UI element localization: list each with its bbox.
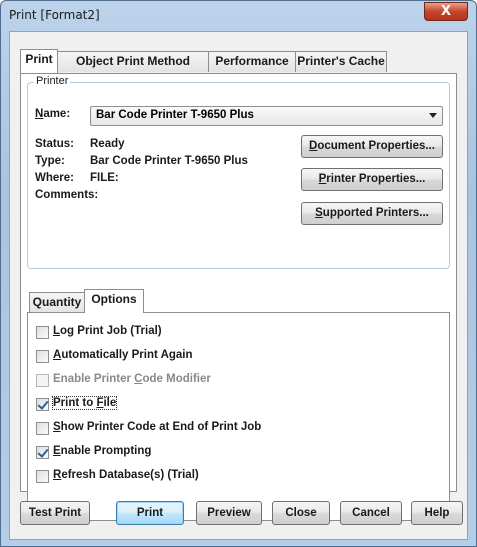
tab-object-print-method[interactable]: Object Print Method <box>57 51 209 72</box>
where-value: FILE: <box>90 172 119 184</box>
close-icon: X <box>440 4 452 19</box>
printer-name-label: Name: <box>35 108 71 120</box>
window-title: Print [Format2] <box>9 8 100 22</box>
option-label: Print to File <box>51 396 118 410</box>
print-tab-page: Printer Name: Bar Code Printer T-9650 Pl… <box>20 73 457 521</box>
option-label: Automatically Print Again <box>53 349 193 361</box>
printer-name-value: Bar Code Printer T-9650 Plus <box>96 109 254 121</box>
title-bar[interactable]: Print [Format2] X <box>1 1 476 29</box>
close-button[interactable]: Close <box>272 501 330 525</box>
tab-print[interactable]: Print <box>20 49 58 73</box>
status-value: Ready <box>90 138 125 150</box>
refresh-database-checkbox[interactable] <box>36 470 49 483</box>
type-label: Type: <box>35 155 65 167</box>
option-label: Log Print Job (Trial) <box>53 325 162 337</box>
show-printer-code-checkbox[interactable] <box>36 422 49 435</box>
preview-button[interactable]: Preview <box>196 501 262 525</box>
printer-group: Printer Name: Bar Code Printer T-9650 Pl… <box>27 75 450 269</box>
tab-options[interactable]: Options <box>84 289 144 313</box>
dialog-body: Print Object Print Method Performance Pr… <box>9 31 468 540</box>
help-button[interactable]: Help <box>411 501 463 525</box>
option-label: Enable Printer Code Modifier <box>53 373 211 385</box>
type-value: Bar Code Printer T-9650 Plus <box>90 155 248 167</box>
enable-prompting-checkbox[interactable] <box>36 446 49 459</box>
document-properties-button[interactable]: Document Properties... <box>301 135 443 158</box>
where-label: Where: <box>35 172 74 184</box>
option-label: Refresh Database(s) (Trial) <box>53 469 199 481</box>
print-button[interactable]: Print <box>116 501 184 525</box>
tab-quantity[interactable]: Quantity <box>29 292 85 313</box>
chevron-down-icon <box>429 113 437 118</box>
status-label: Status: <box>35 138 74 150</box>
test-print-button[interactable]: Test Print <box>20 501 90 525</box>
printer-group-title: Printer <box>34 75 71 87</box>
enable-printer-code-modifier-checkbox <box>36 374 49 387</box>
automatically-print-again-checkbox[interactable] <box>36 350 49 363</box>
options-tab-page: Log Print Job (Trial) Automatically Prin… <box>27 312 450 521</box>
cancel-button[interactable]: Cancel <box>340 501 402 525</box>
tab-performance[interactable]: Performance <box>208 51 296 72</box>
log-print-job-checkbox[interactable] <box>36 326 49 339</box>
close-window-button[interactable]: X <box>424 2 468 21</box>
printer-properties-button[interactable]: Printer Properties... <box>301 168 443 191</box>
comments-label: Comments: <box>35 189 99 201</box>
tab-printers-cache[interactable]: Printer's Cache <box>295 51 387 72</box>
supported-printers-button[interactable]: Supported Printers... <box>301 202 443 225</box>
printer-name-select[interactable]: Bar Code Printer T-9650 Plus <box>90 106 443 126</box>
option-label: Show Printer Code at End of Print Job <box>53 421 262 433</box>
print-dialog: Print [Format2] X Print Object Print Met… <box>0 0 477 547</box>
print-to-file-checkbox[interactable] <box>36 398 49 411</box>
option-label: Enable Prompting <box>53 445 152 457</box>
